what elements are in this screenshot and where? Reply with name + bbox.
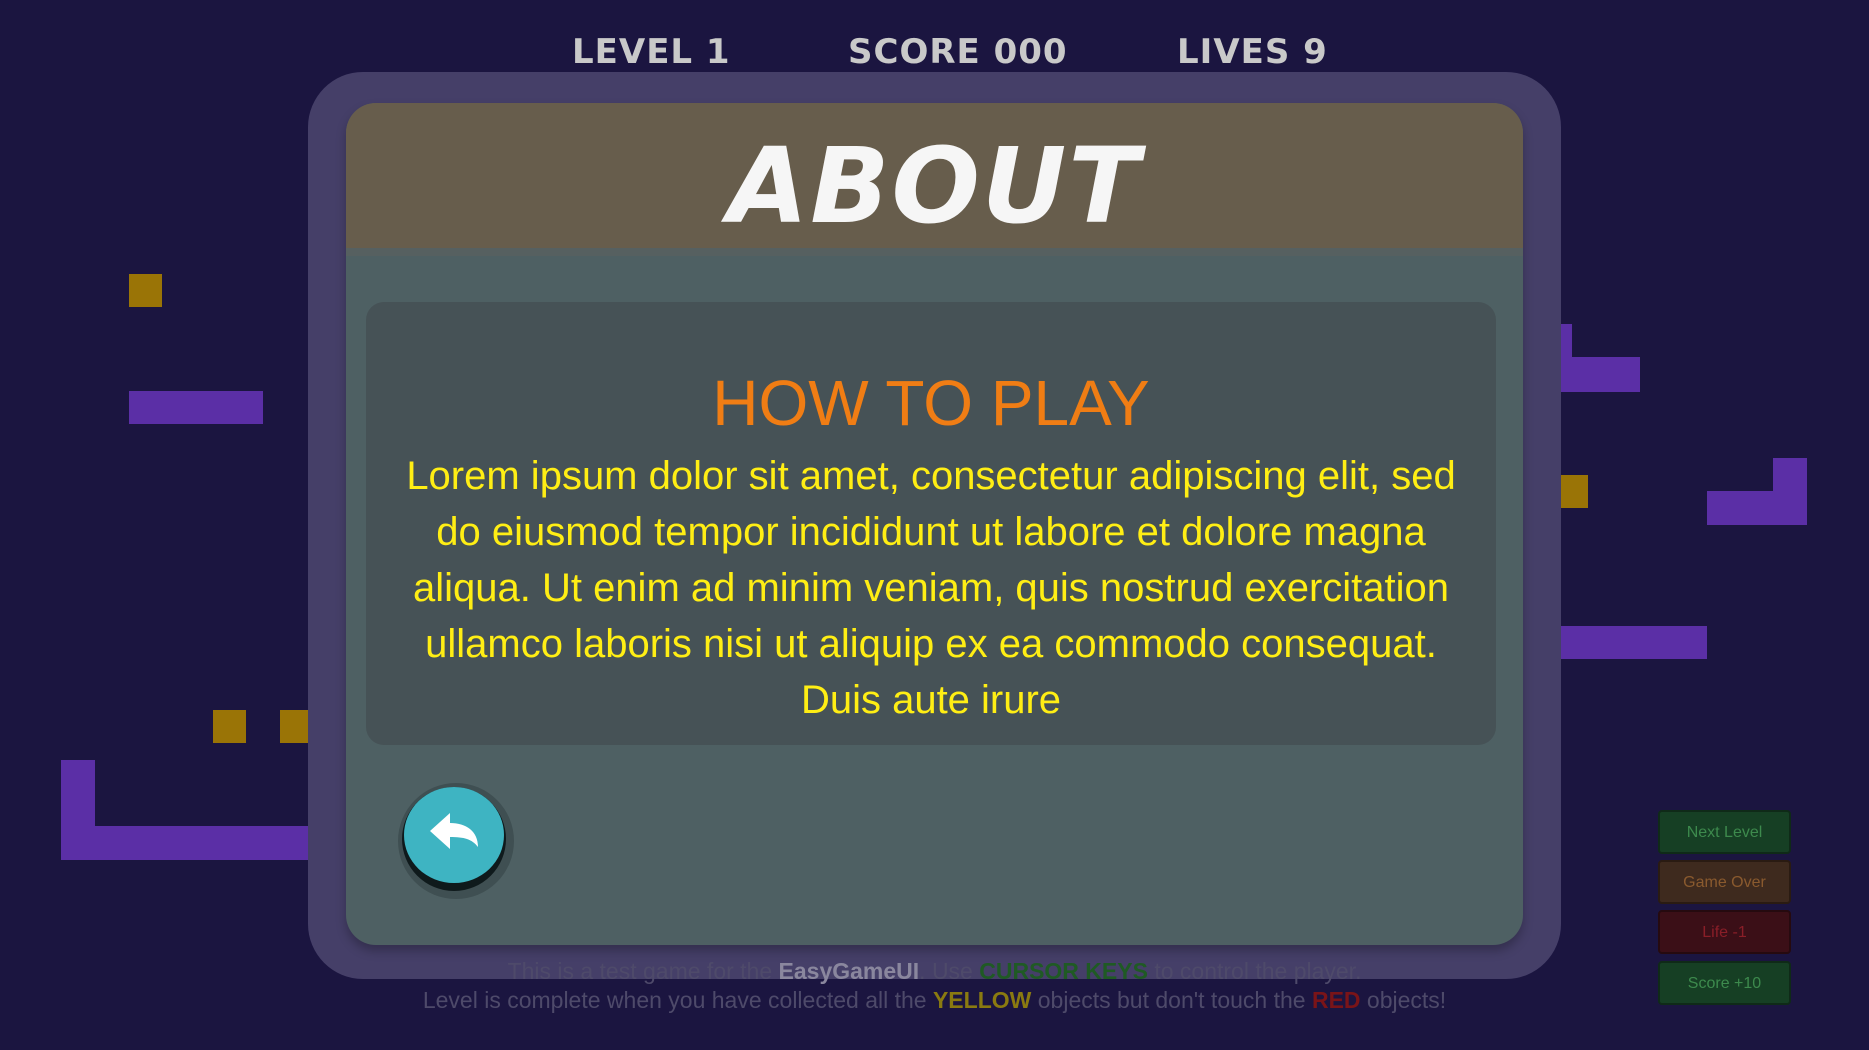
lives-indicator: LIVES 9 (1177, 32, 1328, 72)
about-dialog: ABOUT HOW TO PLAY Lorem ipsum dolor sit … (346, 103, 1523, 945)
info-text: Level is complete when you have collecte… (422, 987, 933, 1013)
info-text: to control the player. (1147, 958, 1362, 984)
purple-wall (1707, 491, 1807, 525)
next-level-button[interactable]: Next Level (1658, 810, 1791, 854)
info-text: objects! (1360, 987, 1447, 1013)
scroll-content[interactable]: HOW TO PLAY Lorem ipsum dolor sit amet, … (366, 302, 1496, 745)
dialog-title: ABOUT (727, 125, 1142, 247)
score-plus-button[interactable]: Score +10 (1658, 961, 1791, 1005)
purple-wall (129, 391, 263, 424)
yellow-collectible (129, 274, 162, 307)
info-line-2: Level is complete when you have collecte… (0, 987, 1869, 1014)
dialog-header: ABOUT (346, 103, 1523, 256)
back-button-face (404, 787, 504, 883)
yellow-collectible (213, 710, 246, 743)
info-line-1: This is a test game for the EasyGameUI. … (0, 958, 1869, 985)
yellow-label: YELLOW (932, 987, 1032, 1013)
back-button[interactable] (402, 787, 506, 891)
info-text: This is a test game for the (507, 958, 779, 984)
level-indicator: LEVEL 1 (572, 32, 731, 72)
info-text: objects but don't touch the (1031, 987, 1312, 1013)
brand-name: EasyGameUI (778, 958, 920, 984)
info-text: . Use (919, 958, 980, 984)
score-indicator: SCORE 000 (848, 32, 1068, 72)
how-to-play-heading: HOW TO PLAY (712, 367, 1150, 439)
how-to-play-text: Lorem ipsum dolor sit amet, consectetur … (406, 454, 1456, 722)
life-minus-button[interactable]: Life -1 (1658, 910, 1791, 954)
cursor-keys-label: CURSOR KEYS (979, 958, 1148, 984)
game-over-button[interactable]: Game Over (1658, 860, 1791, 904)
red-label: RED (1311, 987, 1361, 1013)
back-arrow-icon (430, 813, 478, 849)
